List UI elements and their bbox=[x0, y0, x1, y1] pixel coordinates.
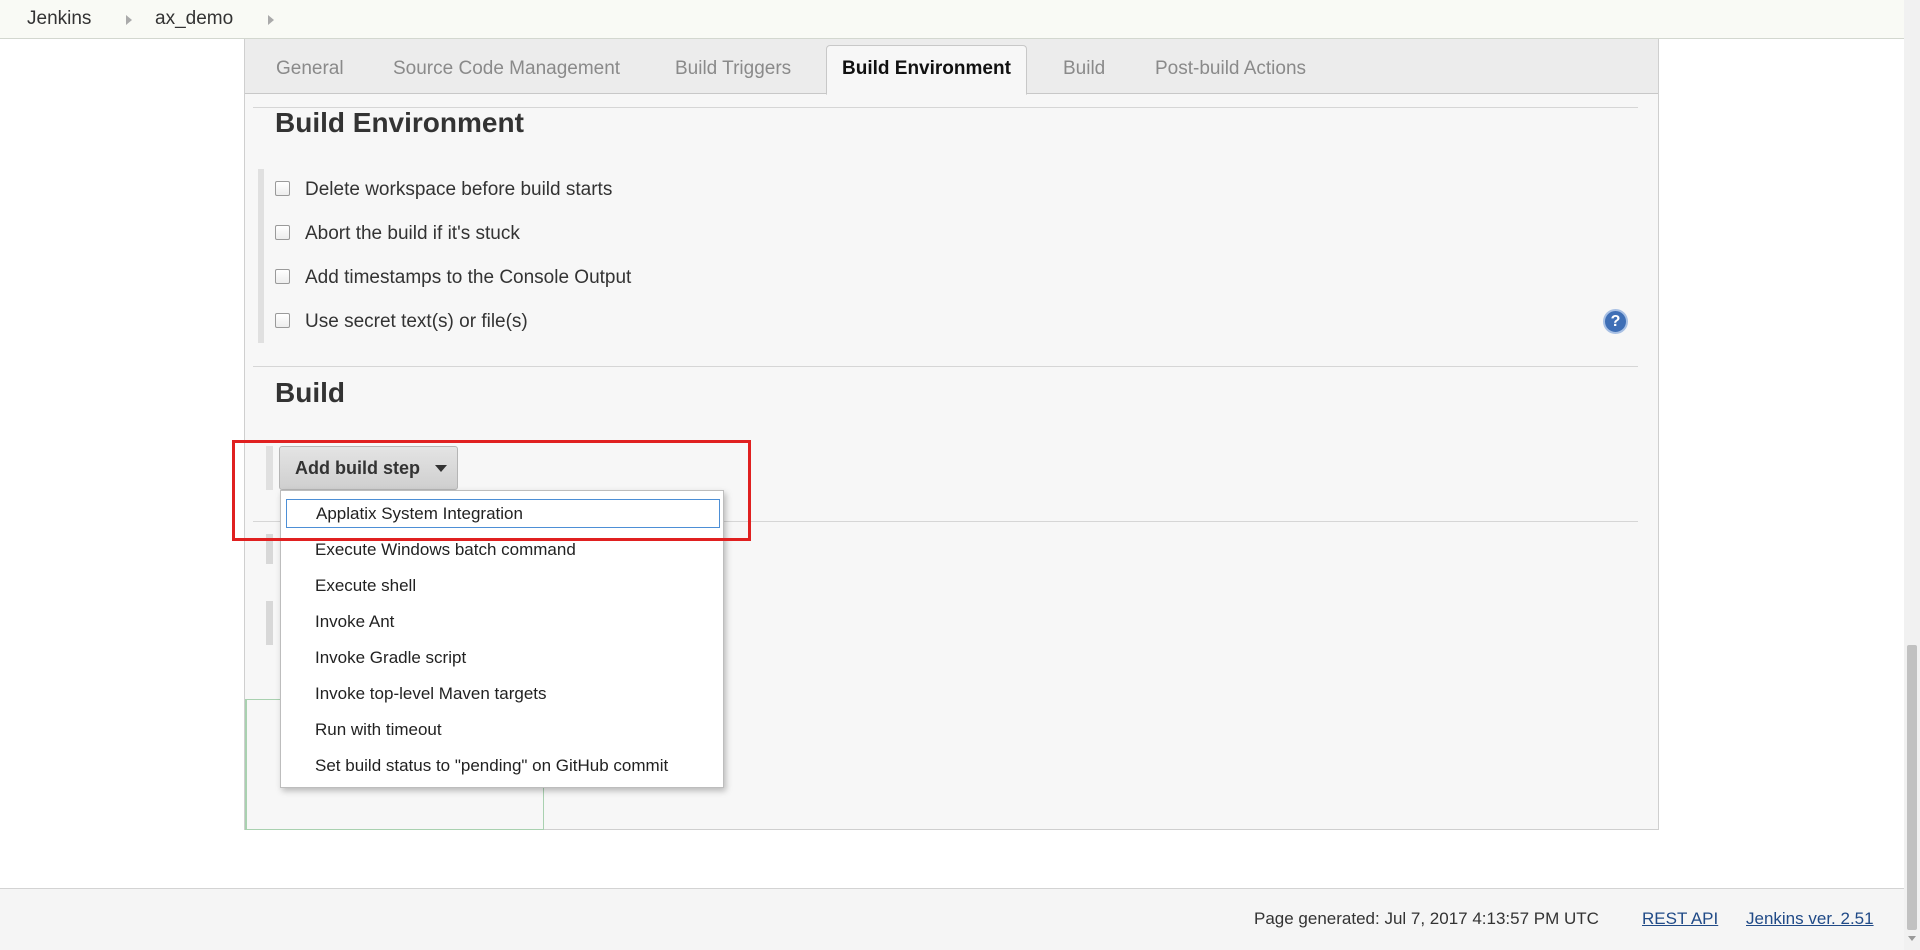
option-label: Add timestamps to the Console Output bbox=[305, 267, 632, 288]
add-step-bar bbox=[266, 446, 273, 490]
chevron-right-icon[interactable] bbox=[126, 15, 132, 25]
jenkins-version-link[interactable]: Jenkins ver. 2.51 bbox=[1746, 909, 1874, 929]
breadcrumb-jenkins[interactable]: Jenkins bbox=[27, 8, 91, 30]
hidden-section-bar bbox=[266, 601, 273, 645]
breadcrumb-ax-demo[interactable]: ax_demo bbox=[155, 8, 233, 30]
option-delete-workspace: Delete workspace before build starts bbox=[275, 175, 612, 205]
option-label: Use secret text(s) or file(s) bbox=[305, 311, 528, 332]
option-label: Abort the build if it's stuck bbox=[305, 223, 520, 244]
build-step-menu: Applatix System Integration Execute Wind… bbox=[280, 490, 724, 788]
rest-api-link[interactable]: REST API bbox=[1642, 909, 1718, 929]
option-label: Delete workspace before build starts bbox=[305, 179, 613, 200]
menu-item-invoke-ant[interactable]: Invoke Ant bbox=[286, 607, 720, 636]
chevron-right-icon[interactable] bbox=[268, 15, 274, 25]
delete-workspace-checkbox[interactable] bbox=[275, 180, 290, 196]
option-abort-stuck: Abort the build if it's stuck bbox=[275, 219, 520, 249]
scrollbar-thumb[interactable] bbox=[1907, 645, 1917, 930]
menu-item-github-pending[interactable]: Set build status to "pending" on GitHub … bbox=[286, 751, 720, 780]
scroll-down-arrow-icon[interactable] bbox=[1908, 936, 1916, 941]
menu-item-execute-shell[interactable]: Execute shell bbox=[286, 571, 720, 600]
hidden-section-bar bbox=[266, 534, 273, 564]
help-icon[interactable]: ? bbox=[1603, 309, 1628, 334]
menu-item-invoke-gradle[interactable]: Invoke Gradle script bbox=[286, 643, 720, 672]
breadcrumb: Jenkins ax_demo bbox=[0, 0, 1904, 39]
add-timestamps-checkbox[interactable] bbox=[275, 268, 290, 284]
section-title-build-environment: Build Environment bbox=[275, 107, 524, 138]
vertical-scrollbar[interactable] bbox=[1904, 0, 1920, 950]
option-add-timestamps: Add timestamps to the Console Output bbox=[275, 263, 631, 293]
option-group-bar bbox=[258, 169, 264, 343]
tab-source-code-management[interactable]: Source Code Management bbox=[393, 58, 620, 80]
menu-item-invoke-maven[interactable]: Invoke top-level Maven targets bbox=[286, 679, 720, 708]
add-build-step-label: Add build step bbox=[295, 457, 420, 478]
caret-down-icon bbox=[435, 464, 447, 472]
tab-build-triggers[interactable]: Build Triggers bbox=[675, 58, 791, 80]
page-generated-text: Page generated: Jul 7, 2017 4:13:57 PM U… bbox=[1254, 909, 1599, 928]
option-use-secret: Use secret text(s) or file(s) bbox=[275, 307, 528, 337]
section-title-build: Build bbox=[275, 377, 345, 408]
abort-stuck-checkbox[interactable] bbox=[275, 224, 290, 240]
use-secret-checkbox[interactable] bbox=[275, 312, 290, 328]
tab-build-environment[interactable]: Build Environment bbox=[826, 45, 1027, 95]
menu-item-applatix[interactable]: Applatix System Integration bbox=[286, 499, 720, 528]
add-build-step-button[interactable]: Add build step bbox=[279, 446, 458, 490]
footer: Page generated: Jul 7, 2017 4:13:57 PM U… bbox=[0, 888, 1904, 950]
tab-build[interactable]: Build bbox=[1063, 58, 1105, 80]
menu-item-run-with-timeout[interactable]: Run with timeout bbox=[286, 715, 720, 744]
tab-general[interactable]: General bbox=[276, 58, 344, 80]
tab-post-build-actions[interactable]: Post-build Actions bbox=[1155, 58, 1306, 80]
config-tabs: General Source Code Management Build Tri… bbox=[245, 39, 1658, 95]
menu-item-windows-batch[interactable]: Execute Windows batch command bbox=[286, 535, 720, 564]
section-divider bbox=[253, 366, 1638, 367]
